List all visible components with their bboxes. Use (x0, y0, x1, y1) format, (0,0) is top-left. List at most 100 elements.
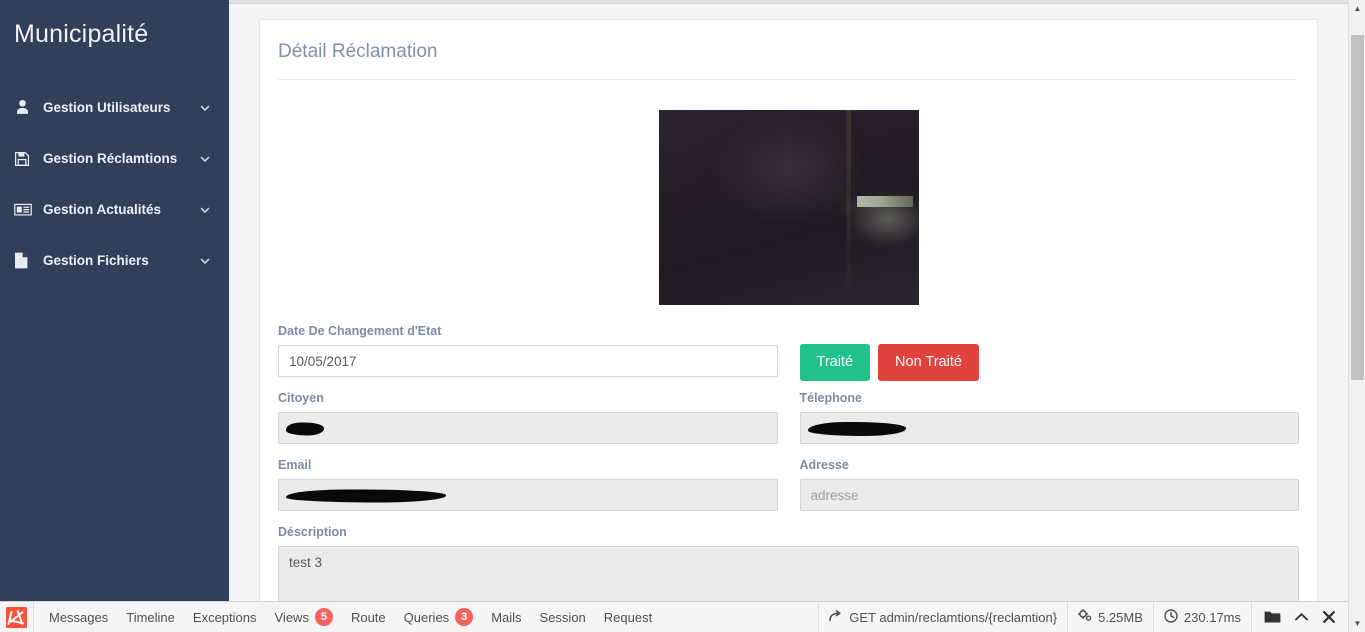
form-col-citoyen: Citoyen (278, 390, 778, 457)
debug-tabs: Messages Timeline Exceptions Views 5 Rou… (34, 602, 818, 632)
debug-tab-label: Request (603, 609, 653, 625)
debug-bar-right: GET admin/reclamtions/{reclamtion} 5.25M… (818, 602, 1348, 632)
field-date: Date De Changement d'Etat (278, 323, 778, 377)
sidebar-item-label: Gestion Fichiers (43, 253, 149, 268)
sidebar: Municipalité Gestion Utilisateurs Gestio… (0, 0, 229, 601)
request-route-text: GET admin/reclamtions/{reclamtion} (849, 609, 1058, 625)
card-header: Détail Réclamation (260, 20, 1317, 80)
time-value: 230.17ms (1183, 609, 1241, 625)
citoyen-input[interactable] (278, 412, 778, 444)
scroll-down-arrow[interactable]: ▼ (1349, 615, 1365, 632)
user-icon (14, 99, 40, 116)
email-input[interactable] (278, 479, 778, 511)
photo-container (274, 104, 1303, 305)
debug-tab-session[interactable]: Session (531, 602, 595, 632)
newspaper-icon (14, 202, 40, 217)
brand-title: Municipalité (14, 20, 149, 48)
debug-tab-messages[interactable]: Messages (40, 602, 117, 632)
form-row-contact: Citoyen Télephone (278, 390, 1299, 457)
sidebar-nav: Gestion Utilisateurs Gestion Réclamtions (0, 82, 229, 286)
laravel-logo-icon (6, 606, 27, 628)
file-icon (14, 252, 40, 269)
sidebar-item-gestion-fichiers[interactable]: Gestion Fichiers (0, 235, 229, 286)
main-content: Détail Réclamation Date De Changement d'… (229, 4, 1348, 601)
gear-icon (1078, 609, 1092, 625)
field-telephone: Télephone (799, 390, 1299, 444)
form-col-actions: Traité Non Traité (799, 323, 1300, 390)
date-label: Date De Changement d'Etat (278, 324, 442, 338)
form-col-date: Date De Changement d'Etat (278, 323, 778, 390)
debug-bar: Messages Timeline Exceptions Views 5 Rou… (0, 601, 1348, 632)
scroll-up-arrow[interactable]: ▲ (1349, 0, 1365, 17)
description-textarea[interactable]: test 3 (278, 546, 1299, 601)
laravel-debugbar-logo[interactable] (0, 602, 34, 632)
email-label: Email (278, 458, 312, 472)
debug-tab-label: Queries (403, 609, 450, 625)
form-row-description: Déscription test 3 (278, 524, 1299, 601)
form-row-email-adresse: Email Adresse (278, 457, 1299, 524)
debug-tab-request[interactable]: Request (595, 602, 661, 632)
field-email: Email (278, 457, 778, 511)
chevron-up-icon[interactable] (1294, 611, 1309, 623)
form-col-telephone: Télephone (799, 390, 1299, 457)
debug-request-info[interactable]: GET admin/reclamtions/{reclamtion} (818, 602, 1067, 632)
application-window: Municipalité Gestion Utilisateurs Gestio… (0, 0, 1365, 632)
debug-tab-route[interactable]: Route (342, 602, 395, 632)
debug-tab-views[interactable]: Views 5 (266, 602, 342, 632)
adresse-input[interactable] (799, 479, 1299, 511)
share-arrow-icon (829, 609, 843, 625)
telephone-input[interactable] (799, 412, 1299, 444)
close-icon[interactable] (1322, 610, 1336, 624)
non-traite-button[interactable]: Non Traité (878, 344, 979, 381)
telephone-label: Télephone (799, 391, 863, 405)
chevron-down-icon[interactable] (199, 255, 215, 267)
traite-button[interactable]: Traité (799, 344, 871, 381)
adresse-label: Adresse (799, 458, 849, 472)
reclamation-form: Date De Changement d'Etat Traité Non Tra… (274, 305, 1303, 601)
save-icon (14, 151, 40, 167)
debug-tab-exceptions[interactable]: Exceptions (184, 602, 266, 632)
debug-tab-label: Exceptions (192, 609, 257, 625)
card-body: Date De Changement d'Etat Traité Non Tra… (260, 80, 1317, 601)
field-adresse: Adresse (799, 457, 1299, 511)
debug-tab-label: Mails (491, 609, 522, 625)
field-citoyen: Citoyen (278, 390, 778, 444)
sidebar-item-label: Gestion Utilisateurs (43, 100, 171, 115)
chevron-down-icon[interactable] (199, 153, 215, 165)
debug-bar-controls (1251, 602, 1348, 632)
sidebar-item-label: Gestion Actualités (43, 202, 162, 217)
chevron-down-icon[interactable] (199, 204, 215, 216)
reclamation-photo (658, 110, 919, 305)
sidebar-item-gestion-actualites[interactable]: Gestion Actualités (0, 184, 229, 235)
scrollbar-thumb[interactable] (1351, 35, 1364, 380)
field-description: Déscription test 3 (278, 524, 1299, 601)
debug-memory[interactable]: 5.25MB (1067, 602, 1153, 632)
debug-time[interactable]: 230.17ms (1152, 602, 1251, 632)
folder-icon[interactable] (1264, 610, 1281, 624)
debug-tab-label: Views (274, 609, 309, 625)
debug-tab-label: Timeline (126, 609, 175, 625)
detail-card: Détail Réclamation Date De Changement d'… (259, 19, 1318, 601)
status-buttons: Traité Non Traité (799, 323, 1300, 381)
form-col-adresse: Adresse (799, 457, 1299, 524)
sidebar-item-gestion-utilisateurs[interactable]: Gestion Utilisateurs (0, 82, 229, 133)
date-input[interactable] (278, 345, 778, 377)
debug-tab-label: Messages (49, 609, 109, 625)
status-badge: 3 (455, 608, 474, 626)
form-col-email: Email (278, 457, 778, 524)
sidebar-item-label: Gestion Réclamtions (43, 151, 178, 166)
debug-tab-label: Route (350, 609, 386, 625)
sidebar-item-gestion-reclamtions[interactable]: Gestion Réclamtions (0, 133, 229, 184)
debug-tab-queries[interactable]: Queries 3 (395, 602, 483, 632)
clock-icon (1164, 608, 1178, 626)
debug-tab-timeline[interactable]: Timeline (117, 602, 184, 632)
chevron-down-icon[interactable] (199, 102, 215, 114)
page-scrollbar[interactable]: ▲ ▼ (1348, 0, 1365, 632)
status-badge: 5 (314, 608, 333, 626)
page-title: Détail Réclamation (278, 41, 438, 62)
debug-tab-mails[interactable]: Mails (482, 602, 530, 632)
form-row-date: Date De Changement d'Etat Traité Non Tra… (278, 323, 1299, 390)
memory-value: 5.25MB (1098, 609, 1143, 625)
citoyen-label: Citoyen (278, 391, 324, 405)
debug-tab-label: Session (539, 609, 586, 625)
